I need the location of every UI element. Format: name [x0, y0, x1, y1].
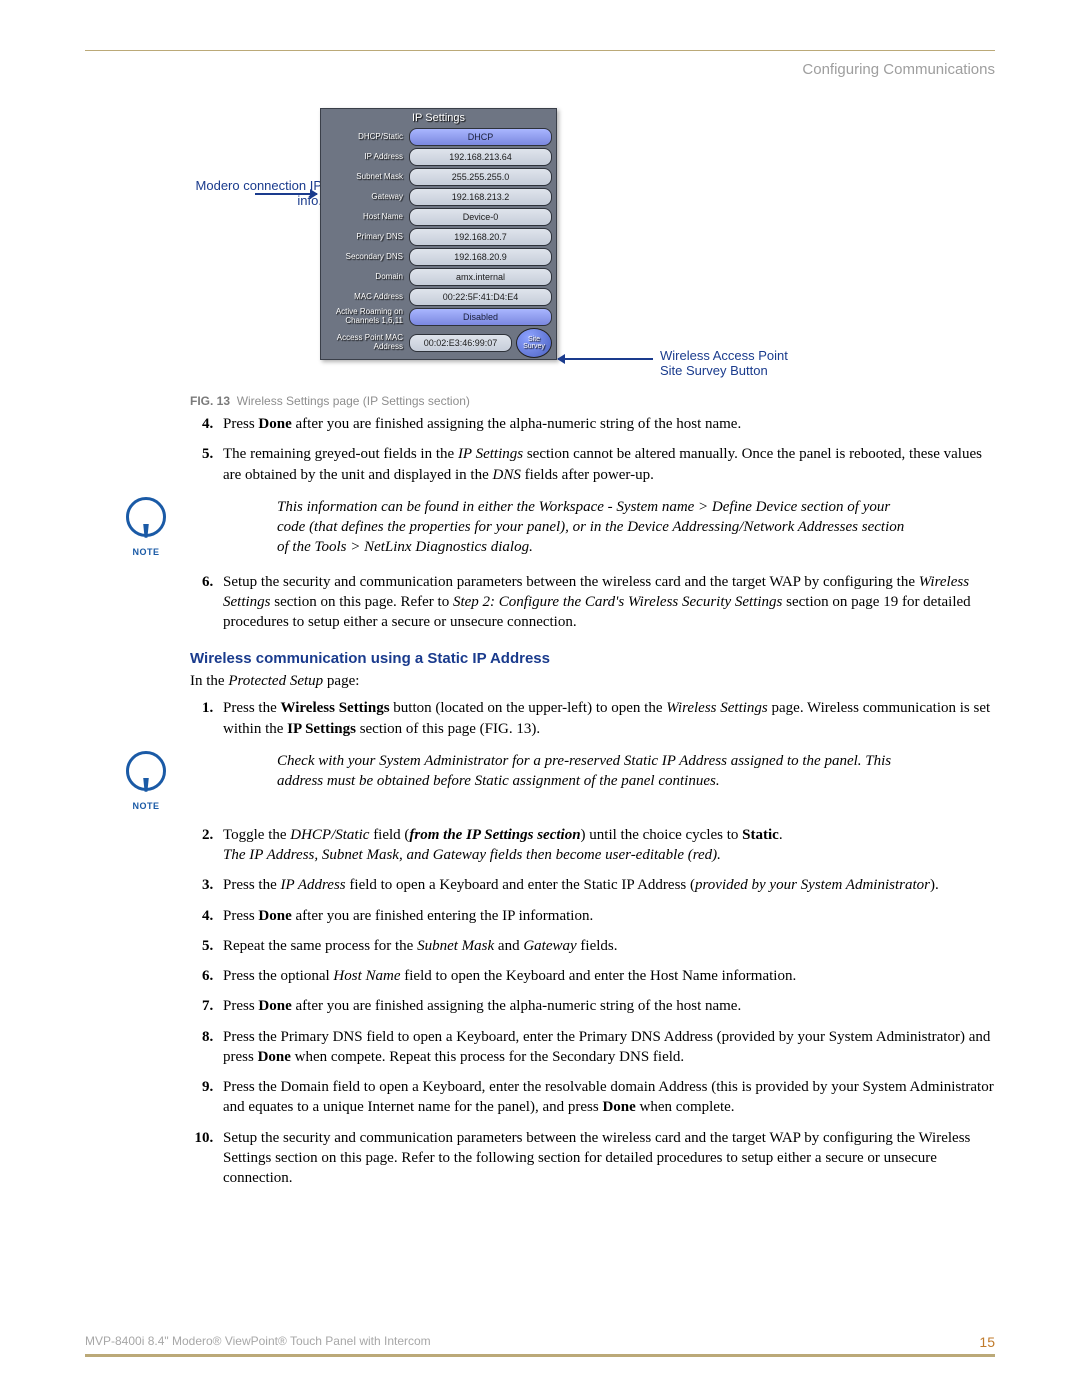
note-block-1: NOTE This information can be found in ei… — [85, 497, 995, 558]
panel-row: Host NameDevice-0 — [321, 207, 556, 227]
static-step-3: Press the IP Address field to open a Key… — [217, 875, 995, 895]
note-label: NOTE — [125, 801, 167, 811]
annot-line1: Wireless Access Point — [660, 348, 788, 363]
step-4: Press Done after you are finished assign… — [217, 414, 995, 434]
panel-row-value[interactable]: Device-0 — [409, 208, 552, 226]
panel-row-label: Gateway — [325, 193, 409, 202]
static-step-2: Toggle the DHCP/Static field (from the I… — [217, 825, 995, 866]
panel-row: Active Roaming on Channels 1,6,11Disable… — [321, 307, 556, 327]
arrow-right-icon — [558, 358, 653, 360]
panel-row-label: Host Name — [325, 213, 409, 222]
step-5: The remaining greyed-out fields in the I… — [217, 444, 995, 485]
section-heading: Wireless communication using a Static IP… — [190, 650, 995, 667]
panel-row-value[interactable]: 192.168.20.9 — [409, 248, 552, 266]
panel-row: Secondary DNS192.168.20.9 — [321, 247, 556, 267]
section-intro: In the Protected Setup page: — [190, 673, 995, 690]
ip-settings-panel: IP Settings DHCP/StaticDHCPIP Address192… — [320, 108, 557, 360]
arrow-left-icon — [255, 193, 317, 195]
figure-caption: FIG. 13 Wireless Settings page (IP Setti… — [190, 394, 995, 408]
figure-caption-text: Wireless Settings page (IP Settings sect… — [237, 394, 470, 408]
panel-row-label: DHCP/Static — [325, 133, 409, 142]
panel-row-value[interactable]: 192.168.20.7 — [409, 228, 552, 246]
static-step-9: Press the Domain field to open a Keyboar… — [217, 1077, 995, 1118]
static-step-7: Press Done after you are finished assign… — [217, 996, 995, 1016]
panel-row-label: Active Roaming on Channels 1,6,11 — [325, 308, 409, 326]
top-rule — [85, 50, 995, 51]
panel-title: IP Settings — [321, 109, 556, 127]
figure-13: Modero connection IP info. IP Settings D… — [190, 108, 995, 388]
static-step-8: Press the Primary DNS field to open a Ke… — [217, 1027, 995, 1068]
annot-line2: Site Survey Button — [660, 363, 768, 378]
panel-row-value[interactable]: 192.168.213.2 — [409, 188, 552, 206]
panel-row-label: Domain — [325, 273, 409, 282]
static-step-6: Press the optional Host Name field to op… — [217, 966, 995, 986]
static-step-4: Press Done after you are finished enteri… — [217, 906, 995, 926]
panel-row-label: Primary DNS — [325, 233, 409, 242]
bulb-icon — [126, 497, 166, 537]
panel-row: Domainamx.internal — [321, 267, 556, 287]
panel-row: DHCP/StaticDHCP — [321, 127, 556, 147]
footer-page-number: 15 — [979, 1334, 995, 1350]
access-point-row: Access Point MAC Address 00:02:E3:46:99:… — [321, 327, 556, 359]
ap-value[interactable]: 00:02:E3:46:99:07 — [409, 334, 512, 352]
note-icon: NOTE — [125, 751, 167, 811]
note-icon: NOTE — [125, 497, 167, 557]
ap-label: Access Point MAC Address — [325, 334, 409, 352]
figure-number: FIG. 13 — [190, 394, 230, 408]
footer-product: MVP-8400i 8.4" Modero® ViewPoint® Touch … — [85, 1334, 431, 1350]
panel-row-label: MAC Address — [325, 293, 409, 302]
note-block-2: NOTE Check with your System Administrato… — [85, 751, 995, 811]
figure-right-annotation: Wireless Access Point Site Survey Button — [660, 348, 788, 378]
static-step-5: Repeat the same process for the Subnet M… — [217, 936, 995, 956]
panel-row-value[interactable]: 255.255.255.0 — [409, 168, 552, 186]
panel-row: Primary DNS192.168.20.7 — [321, 227, 556, 247]
panel-row-value[interactable]: 00:22:5F:41:D4:E4 — [409, 288, 552, 306]
panel-row-value[interactable]: Disabled — [409, 308, 552, 326]
site-survey-button[interactable]: Site Survey — [516, 328, 552, 358]
panel-row: Gateway192.168.213.2 — [321, 187, 556, 207]
note-label: NOTE — [125, 547, 167, 557]
note-text-1: This information can be found in either … — [191, 497, 917, 558]
step-6: Setup the security and communication par… — [217, 572, 995, 633]
panel-row-value[interactable]: 192.168.213.64 — [409, 148, 552, 166]
steps-continued: Press Done after you are finished assign… — [85, 414, 995, 485]
running-header: Configuring Communications — [85, 61, 995, 78]
steps-continued-b: Setup the security and communication par… — [85, 572, 995, 633]
bulb-icon — [126, 751, 166, 791]
panel-row: MAC Address00:22:5F:41:D4:E4 — [321, 287, 556, 307]
panel-row-value[interactable]: DHCP — [409, 128, 552, 146]
panel-row: Subnet Mask255.255.255.0 — [321, 167, 556, 187]
static-step-1: Press the Wireless Settings button (loca… — [217, 698, 995, 739]
static-ip-steps-b: Toggle the DHCP/Static field (from the I… — [85, 825, 995, 1189]
page-footer: MVP-8400i 8.4" Modero® ViewPoint® Touch … — [85, 1334, 995, 1357]
panel-row: IP Address192.168.213.64 — [321, 147, 556, 167]
note-text-2: Check with your System Administrator for… — [191, 751, 917, 792]
static-ip-steps-a: Press the Wireless Settings button (loca… — [85, 698, 995, 739]
panel-row-label: IP Address — [325, 153, 409, 162]
panel-row-label: Secondary DNS — [325, 253, 409, 262]
panel-row-label: Subnet Mask — [325, 173, 409, 182]
static-step-10: Setup the security and communication par… — [217, 1128, 995, 1189]
panel-row-value[interactable]: amx.internal — [409, 268, 552, 286]
